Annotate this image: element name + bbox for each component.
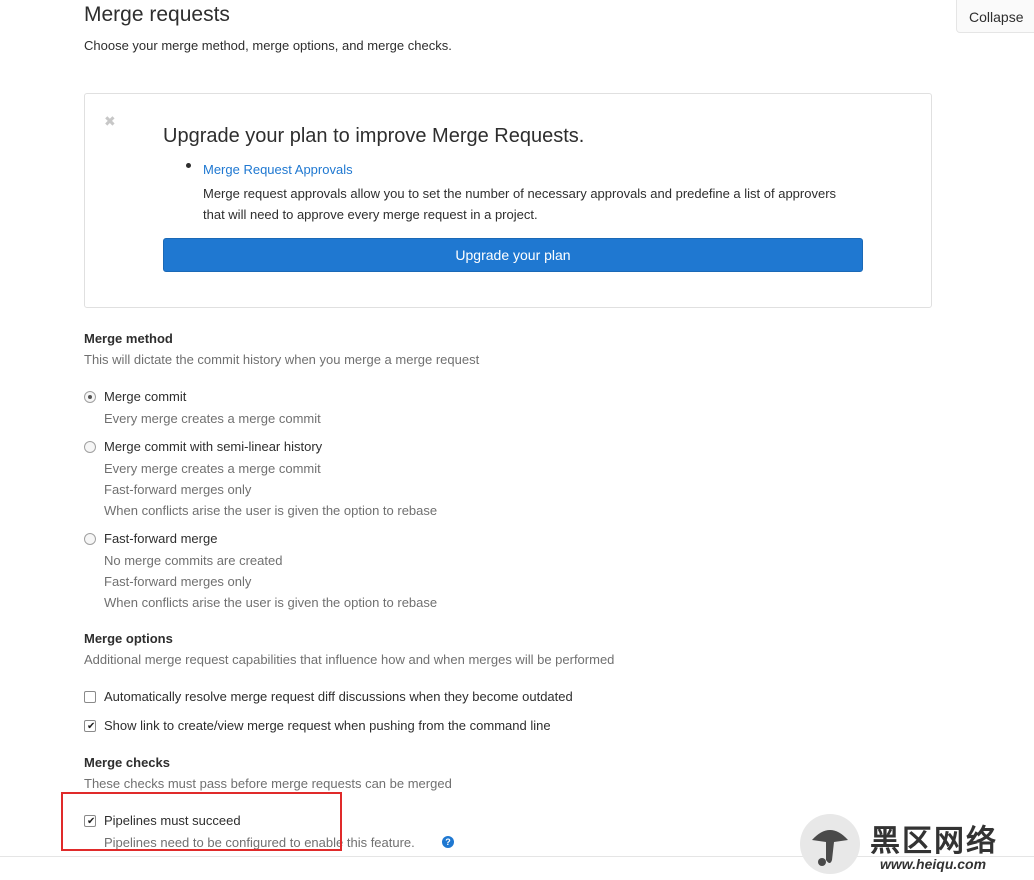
merge-checks-title: Merge checks <box>84 755 170 770</box>
fast-forward-help-1: No merge commits are created <box>104 553 283 568</box>
question-circle-icon[interactable]: ? <box>442 836 454 848</box>
merge-options-title: Merge options <box>84 631 173 646</box>
close-icon[interactable]: ✖ <box>104 113 116 130</box>
semi-linear-help-2: Fast-forward merges only <box>104 482 252 497</box>
merge-commit-help: Every merge creates a merge commit <box>104 411 321 426</box>
auto-resolve-checkbox[interactable] <box>84 691 96 703</box>
promo-feature-text: Merge request approvals allow you to set… <box>203 186 837 222</box>
merge-commit-radio[interactable] <box>84 391 96 403</box>
page-description: Choose your merge method, merge options,… <box>84 38 452 53</box>
watermark-url: www.heiqu.com <box>880 856 987 872</box>
watermark: 黑区网络 www.heiqu.com <box>800 812 1034 880</box>
checkmark-icon: ✔ <box>87 721 96 732</box>
semi-linear-help-3: When conflicts arise the user is given t… <box>104 503 438 518</box>
bullet-icon <box>186 163 191 168</box>
merge-method-title: Merge method <box>84 331 173 346</box>
merge-request-approvals-link[interactable]: Merge Request Approvals <box>203 162 353 177</box>
semi-linear-radio[interactable] <box>84 441 96 453</box>
merge-commit-label[interactable]: Merge commit <box>104 389 186 404</box>
promo-heading: Upgrade your plan to improve Merge Reque… <box>163 125 585 147</box>
watermark-logo-icon <box>800 814 860 874</box>
highlight-box <box>61 792 342 851</box>
watermark-text: 黑区网络 <box>870 824 998 859</box>
merge-checks-description: These checks must pass before merge requ… <box>84 776 452 791</box>
fast-forward-help-3: When conflicts arise the user is given t… <box>104 595 438 610</box>
semi-linear-help-1: Every merge creates a merge commit <box>104 461 321 476</box>
upgrade-plan-button[interactable]: Upgrade your plan <box>163 238 863 272</box>
auto-resolve-label[interactable]: Automatically resolve merge request diff… <box>104 689 573 704</box>
page-title: Merge requests <box>84 3 230 26</box>
fast-forward-help-2: Fast-forward merges only <box>104 574 252 589</box>
merge-options-description: Additional merge request capabilities th… <box>84 652 615 667</box>
semi-linear-label[interactable]: Merge commit with semi-linear history <box>104 439 322 454</box>
merge-method-description: This will dictate the commit history whe… <box>84 352 480 367</box>
show-link-checkbox[interactable]: ✔ <box>84 720 96 732</box>
collapse-button[interactable]: Collapse <box>956 0 1034 33</box>
show-link-label[interactable]: Show link to create/view merge request w… <box>104 718 551 733</box>
fast-forward-label[interactable]: Fast-forward merge <box>104 531 217 546</box>
fast-forward-radio[interactable] <box>84 533 96 545</box>
